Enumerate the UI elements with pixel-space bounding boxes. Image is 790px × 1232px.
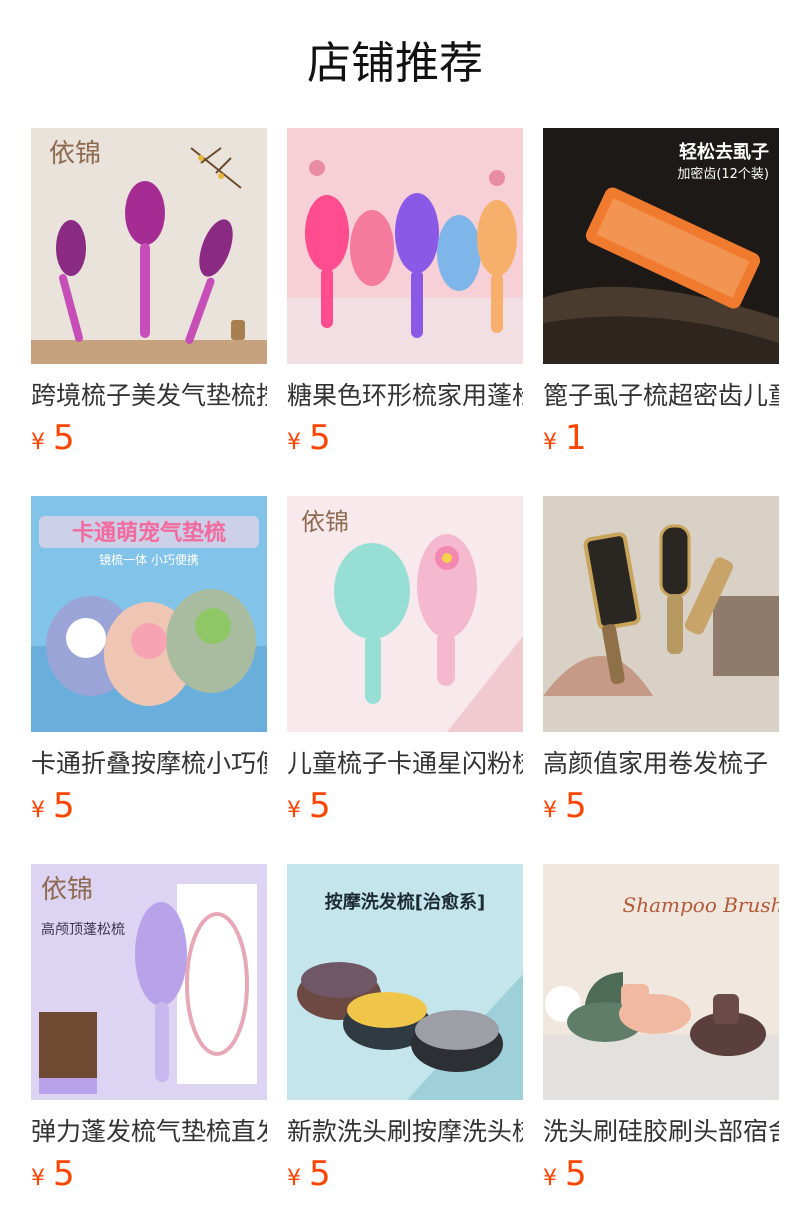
price-value: 5 — [53, 418, 75, 458]
image-headline: 按摩洗发梳[治愈系] — [325, 891, 485, 913]
brand-badge: 依锦 — [41, 875, 93, 905]
product-image[interactable]: Shampoo Brush — [543, 864, 779, 1100]
image-headline: Shampoo Brush — [623, 893, 780, 917]
currency-symbol: ¥ — [543, 798, 557, 823]
product-name[interactable]: 篦子虱子梳超密齿儿童 — [543, 378, 779, 414]
product-card[interactable]: Shampoo Brush 洗头刷硅胶刷头部宿舍 ¥5 — [543, 864, 779, 1194]
product-card[interactable]: 依锦 高颅顶蓬松梳 弹力蓬发梳气垫梳直发 ¥5 — [31, 864, 267, 1194]
product-name[interactable]: 卡通折叠按摩梳小巧便携 — [31, 746, 267, 782]
brand-badge: 依锦 — [301, 508, 349, 536]
currency-symbol: ¥ — [287, 430, 301, 455]
price-value: 1 — [565, 418, 587, 458]
price-value: 5 — [565, 1154, 587, 1194]
product-price: ¥5 — [31, 784, 75, 828]
product-name[interactable]: 弹力蓬发梳气垫梳直发 — [31, 1114, 267, 1150]
page-title: 店铺推荐 — [307, 38, 483, 89]
image-subheadline: 加密齿(12个装) — [677, 166, 769, 182]
image-subheadline: 镜梳一体 小巧便携 — [99, 552, 199, 567]
product-image[interactable]: 轻松去虱子 加密齿(12个装) — [543, 128, 779, 364]
currency-symbol: ¥ — [543, 430, 557, 455]
image-headline: 轻松去虱子 — [679, 141, 769, 163]
product-card[interactable]: 高颜值家用卷发梳子 ¥5 — [543, 496, 779, 826]
price-value: 5 — [309, 418, 331, 458]
product-price: ¥5 — [287, 784, 331, 828]
product-price: ¥5 — [287, 1152, 331, 1196]
product-price: ¥5 — [543, 784, 587, 828]
image-subheadline: 高颅顶蓬松梳 — [41, 921, 125, 938]
currency-symbol: ¥ — [31, 1166, 45, 1191]
price-value: 5 — [53, 1154, 75, 1194]
price-value: 5 — [309, 786, 331, 826]
product-price: ¥1 — [543, 416, 587, 460]
currency-symbol: ¥ — [543, 1166, 557, 1191]
product-price: ¥5 — [543, 1152, 587, 1196]
product-image[interactable]: 依锦 — [31, 128, 267, 364]
product-card[interactable]: 依锦 儿童梳子卡通星闪粉梳 ¥5 — [287, 496, 523, 826]
product-name[interactable]: 新款洗头刷按摩洗头梳 — [287, 1114, 523, 1150]
product-price: ¥5 — [287, 416, 331, 460]
currency-symbol: ¥ — [287, 798, 301, 823]
price-value: 5 — [309, 1154, 331, 1194]
product-image[interactable] — [543, 496, 779, 732]
product-image[interactable]: 卡通萌宠气垫梳 镜梳一体 小巧便携 — [31, 496, 267, 732]
product-image[interactable]: 按摩洗发梳[治愈系] — [287, 864, 523, 1100]
price-value: 5 — [565, 786, 587, 826]
product-name[interactable]: 跨境梳子美发气垫梳按摩梳 — [31, 378, 267, 414]
currency-symbol: ¥ — [31, 430, 45, 455]
product-price: ¥5 — [31, 1152, 75, 1196]
product-name[interactable]: 糖果色环形梳家用蓬松梳 — [287, 378, 523, 414]
product-card[interactable]: 轻松去虱子 加密齿(12个装) 篦子虱子梳超密齿儿童 ¥1 — [543, 128, 779, 458]
product-card[interactable]: 卡通萌宠气垫梳 镜梳一体 小巧便携 卡通折叠按摩梳小巧便携 ¥5 — [31, 496, 267, 826]
product-name[interactable]: 洗头刷硅胶刷头部宿舍 — [543, 1114, 779, 1150]
product-card[interactable]: 依锦 跨境梳子美发气垫梳按摩梳 ¥5 — [31, 128, 267, 458]
image-headline: 卡通萌宠气垫梳 — [72, 520, 226, 546]
price-value: 5 — [53, 786, 75, 826]
product-image[interactable]: 依锦 高颅顶蓬松梳 — [31, 864, 267, 1100]
product-card[interactable]: 糖果色环形梳家用蓬松梳 ¥5 — [287, 128, 523, 458]
product-card[interactable]: 按摩洗发梳[治愈系] 新款洗头刷按摩洗头梳 ¥5 — [287, 864, 523, 1194]
product-name[interactable]: 高颜值家用卷发梳子 — [543, 746, 779, 782]
product-image[interactable] — [287, 128, 523, 364]
product-name[interactable]: 儿童梳子卡通星闪粉梳 — [287, 746, 523, 782]
product-price: ¥5 — [31, 416, 75, 460]
brand-badge: 依锦 — [49, 139, 101, 169]
product-image[interactable]: 依锦 — [287, 496, 523, 732]
currency-symbol: ¥ — [287, 1166, 301, 1191]
currency-symbol: ¥ — [31, 798, 45, 823]
